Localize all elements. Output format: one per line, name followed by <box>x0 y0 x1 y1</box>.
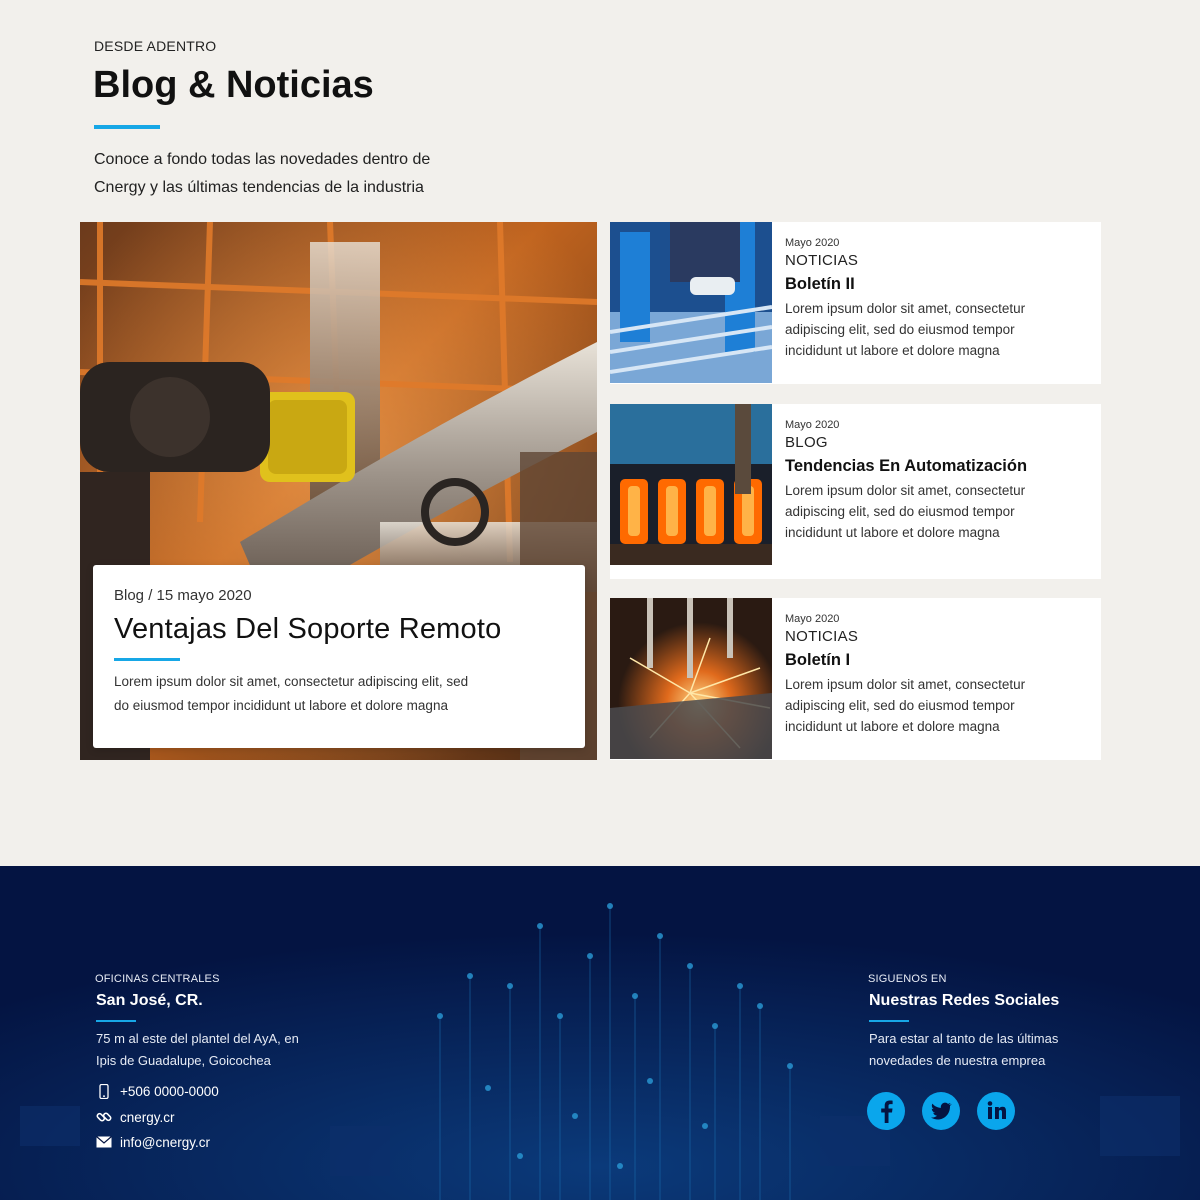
featured-excerpt-line-2: do eiusmod tempor incididunt ut labore e… <box>114 698 448 713</box>
excerpt-line: incididunt ut labore et dolore magna <box>785 525 1000 540</box>
featured-excerpt: Lorem ipsum dolor sit amet, consectetur … <box>114 670 534 718</box>
social-text-line-2: novedades de nuestra emprea <box>869 1053 1046 1068</box>
post-category: NOTICIAS <box>785 252 859 269</box>
address-line-1: 75 m al este del plantel del AyA, en <box>96 1031 299 1046</box>
title-underline <box>94 125 160 129</box>
post-card[interactable]: Mayo 2020 NOTICIAS Boletín I Lorem ipsum… <box>610 598 1101 760</box>
featured-post[interactable]: Blog / 15 mayo 2020 Ventajas Del Soporte… <box>80 222 597 760</box>
post-image-welding-sparks <box>610 598 772 759</box>
contact-phone[interactable]: +506 0000-0000 <box>96 1083 219 1099</box>
post-card[interactable]: Mayo 2020 BLOG Tendencias En Automatizac… <box>610 404 1101 579</box>
featured-card: Blog / 15 mayo 2020 Ventajas Del Soporte… <box>93 565 585 748</box>
post-title[interactable]: Boletín I <box>785 651 1085 670</box>
social-title: Nuestras Redes Sociales <box>869 992 1060 1009</box>
envelope-icon <box>96 1134 112 1150</box>
blog-section: DESDE ADENTRO Blog & Noticias Conoce a f… <box>0 0 1200 866</box>
intro-line-1: Conoce a fondo todas las novedades dentr… <box>94 151 431 168</box>
social-eyebrow: SIGUENOS EN <box>868 973 947 985</box>
post-title[interactable]: Boletín II <box>785 275 1085 294</box>
social-title-underline <box>869 1020 909 1022</box>
section-eyebrow: DESDE ADENTRO <box>94 38 217 54</box>
section-title: Blog & Noticias <box>93 64 374 106</box>
post-card-body: Mayo 2020 NOTICIAS Boletín I Lorem ipsum… <box>785 613 1085 737</box>
office-title: San José, CR. <box>96 992 203 1009</box>
social-text-line-1: Para estar al tanto de las últimas <box>869 1031 1059 1046</box>
post-date: Mayo 2020 <box>785 237 840 249</box>
section-intro: Conoce a fondo todas las novedades dentr… <box>94 146 494 202</box>
featured-meta: Blog / 15 mayo 2020 <box>114 587 252 604</box>
post-excerpt: Lorem ipsum dolor sit amet, consectetur … <box>785 480 1085 543</box>
excerpt-line: adipiscing elit, sed do eiusmod tempor <box>785 504 1015 519</box>
intro-line-2: Cnergy y las últimas tendencias de la in… <box>94 179 424 196</box>
linkedin-icon[interactable] <box>977 1092 1015 1130</box>
post-title[interactable]: Tendencias En Automatización <box>785 457 1085 476</box>
social-text: Para estar al tanto de las últimas noved… <box>869 1028 1109 1072</box>
post-image-machinery <box>610 222 772 383</box>
excerpt-line: adipiscing elit, sed do eiusmod tempor <box>785 698 1015 713</box>
featured-title[interactable]: Ventajas Del Soporte Remoto <box>114 613 501 646</box>
post-excerpt: Lorem ipsum dolor sit amet, consectetur … <box>785 674 1085 737</box>
excerpt-line: incididunt ut labore et dolore magna <box>785 719 1000 734</box>
contact-website[interactable]: cnergy.cr <box>96 1109 175 1125</box>
phone-icon <box>96 1083 112 1099</box>
office-eyebrow: OFICINAS CENTRALES <box>95 973 220 985</box>
email-address: info@cnergy.cr <box>120 1134 210 1150</box>
post-date: Mayo 2020 <box>785 419 840 431</box>
excerpt-line: Lorem ipsum dolor sit amet, consectetur <box>785 483 1026 498</box>
post-category: BLOG <box>785 434 828 451</box>
website-link: cnergy.cr <box>120 1109 175 1125</box>
twitter-icon[interactable] <box>922 1092 960 1130</box>
post-card-body: Mayo 2020 BLOG Tendencias En Automatizac… <box>785 419 1085 543</box>
post-image-furnace <box>610 404 772 565</box>
post-category: NOTICIAS <box>785 628 859 645</box>
address-line-2: Ipis de Guadalupe, Goicochea <box>96 1053 271 1068</box>
contact-email[interactable]: info@cnergy.cr <box>96 1134 210 1150</box>
post-card-body: Mayo 2020 NOTICIAS Boletín II Lorem ipsu… <box>785 237 1085 361</box>
post-card[interactable]: Mayo 2020 NOTICIAS Boletín II Lorem ipsu… <box>610 222 1101 384</box>
post-excerpt: Lorem ipsum dolor sit amet, consectetur … <box>785 298 1085 361</box>
featured-title-underline <box>114 658 180 661</box>
link-icon <box>96 1109 112 1125</box>
office-address: 75 m al este del plantel del AyA, en Ipi… <box>96 1028 336 1072</box>
office-title-underline <box>96 1020 136 1022</box>
excerpt-line: Lorem ipsum dolor sit amet, consectetur <box>785 677 1026 692</box>
site-footer: OFICINAS CENTRALES San José, CR. 75 m al… <box>0 866 1200 1200</box>
featured-excerpt-line-1: Lorem ipsum dolor sit amet, consectetur … <box>114 674 469 689</box>
excerpt-line: adipiscing elit, sed do eiusmod tempor <box>785 322 1015 337</box>
facebook-icon[interactable] <box>867 1092 905 1130</box>
phone-number: +506 0000-0000 <box>120 1083 219 1099</box>
excerpt-line: incididunt ut labore et dolore magna <box>785 343 1000 358</box>
excerpt-line: Lorem ipsum dolor sit amet, consectetur <box>785 301 1026 316</box>
post-date: Mayo 2020 <box>785 613 840 625</box>
